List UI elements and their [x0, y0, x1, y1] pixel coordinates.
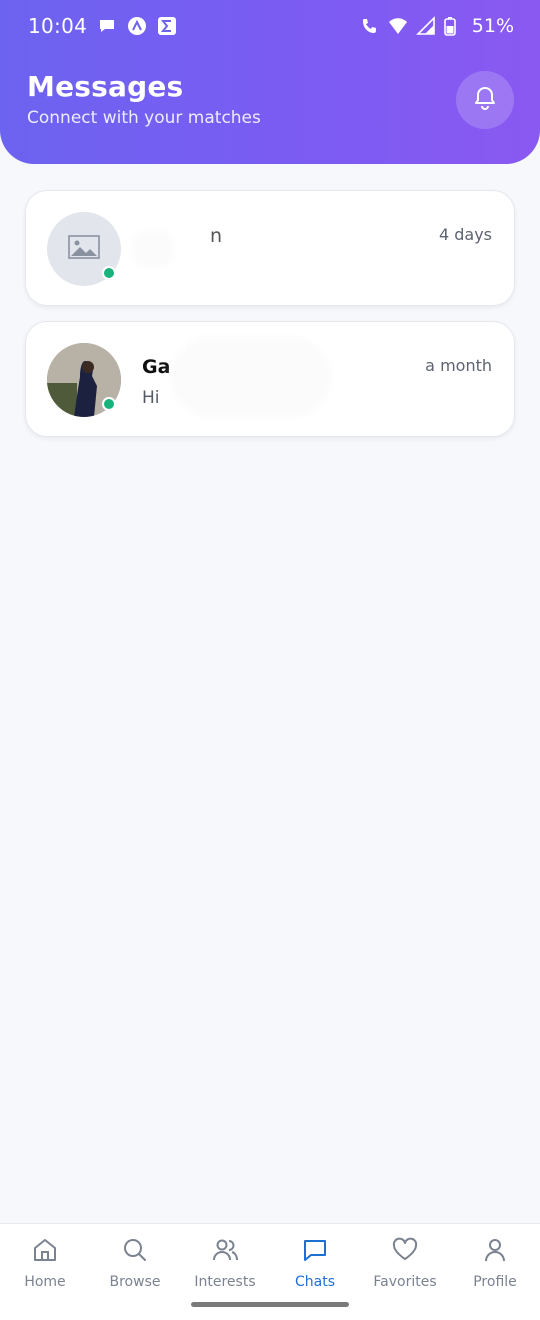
status-bar: 10:04 51% — [0, 0, 540, 52]
nav-profile[interactable]: Profile — [450, 1224, 540, 1294]
nav-home[interactable]: Home — [0, 1224, 90, 1294]
battery-icon — [443, 16, 464, 36]
chat-name: n — [210, 225, 223, 247]
chat-time: 4 days — [438, 225, 492, 244]
triangle-a-icon — [127, 16, 147, 36]
chat-icon — [301, 1236, 329, 1274]
nav-label: Chats — [294, 1274, 335, 1290]
search-icon — [121, 1236, 149, 1274]
redacted-name — [132, 231, 174, 267]
nav-favorites[interactable]: Favorites — [360, 1224, 450, 1294]
nav-interests[interactable]: Interests — [180, 1224, 270, 1294]
user-icon — [481, 1236, 509, 1274]
heart-icon — [391, 1236, 419, 1274]
chat-item[interactable]: Ga Hi a month — [25, 321, 515, 437]
home-icon — [31, 1236, 59, 1274]
wifi-icon — [388, 16, 408, 36]
chat-list: n 4 days Ga Hi a month — [25, 190, 515, 452]
sigma-icon — [157, 16, 177, 36]
nav-chats[interactable]: Chats — [270, 1224, 360, 1294]
nav-label: Favorites — [373, 1274, 437, 1290]
status-time: 10:04 — [28, 14, 88, 38]
chat-preview: Hi — [142, 388, 160, 408]
nav-label: Profile — [473, 1274, 517, 1290]
chat-bubble-icon — [97, 16, 117, 36]
page-subtitle: Connect with your matches — [27, 108, 261, 128]
users-icon — [211, 1236, 239, 1274]
image-placeholder-icon — [68, 235, 100, 263]
home-indicator[interactable] — [191, 1302, 349, 1307]
signal-icon — [415, 16, 436, 36]
battery-percentage: 51% — [471, 15, 514, 37]
nav-label: Interests — [194, 1274, 256, 1290]
nav-browse[interactable]: Browse — [90, 1224, 180, 1294]
header: 10:04 51% Messages Connect with your mat… — [0, 0, 540, 164]
page-title: Messages — [27, 70, 184, 103]
chat-name: Ga — [142, 356, 171, 378]
wifi-call-icon — [360, 16, 380, 36]
online-indicator — [102, 266, 116, 280]
notifications-button[interactable] — [456, 71, 514, 129]
nav-label: Browse — [109, 1274, 161, 1290]
online-indicator — [102, 397, 116, 411]
redacted-name — [171, 337, 331, 417]
chat-item[interactable]: n 4 days — [25, 190, 515, 306]
nav-label: Home — [24, 1274, 66, 1290]
bell-icon — [471, 84, 499, 116]
chat-time: a month — [425, 356, 492, 375]
